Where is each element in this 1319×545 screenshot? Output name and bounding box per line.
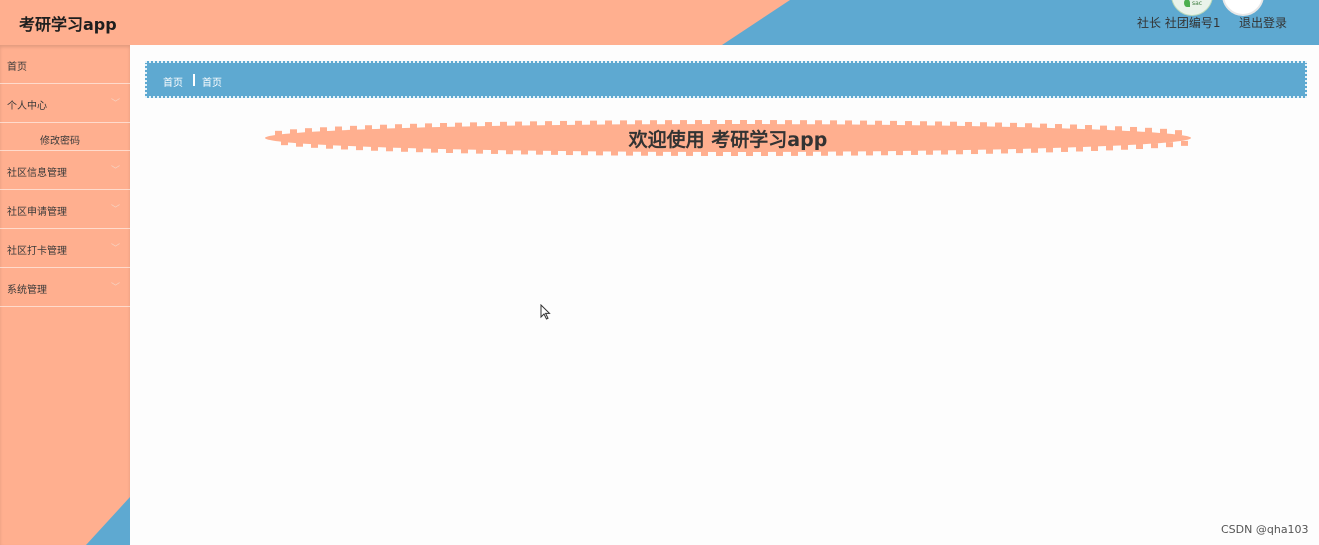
breadcrumb-item-home[interactable]: 首页 xyxy=(163,74,183,89)
sidebar-item-personal-center[interactable]: 个人中心 ﹀ xyxy=(0,84,130,123)
sidebar-item-label: 社区信息管理 xyxy=(7,168,67,179)
breadcrumb-separator xyxy=(193,74,195,86)
sidebar-item-label: 个人中心 xyxy=(7,101,47,112)
sidebar-corner-decoration xyxy=(86,497,130,545)
sidebar-subitem-label: 修改密码 xyxy=(40,135,80,147)
breadcrumb: 首页 首页 xyxy=(145,61,1307,98)
leaf-icon xyxy=(1184,0,1190,7)
welcome-text: 欢迎使用 考研学习app xyxy=(628,129,828,151)
welcome-banner: 欢迎使用 考研学习app xyxy=(263,118,1193,158)
app-title: 考研学习app xyxy=(19,15,117,34)
watermark: CSDN @qha103 xyxy=(1221,523,1309,536)
top-header: 考研学习app sac 社长 社团编号1 退出登录 xyxy=(0,0,1319,45)
sidebar-subitem-change-password[interactable]: 修改密码 xyxy=(0,123,130,151)
avatar-caption: sac xyxy=(1192,0,1203,7)
chevron-down-icon: ﹀ xyxy=(110,244,120,254)
chevron-down-icon: ﹀ xyxy=(110,283,120,293)
sidebar-item-community-info[interactable]: 社区信息管理 ﹀ xyxy=(0,151,130,190)
sidebar-item-community-application[interactable]: 社区申请管理 ﹀ xyxy=(0,190,130,229)
sidebar: 首页 个人中心 ﹀ 修改密码 社区信息管理 ﹀ 社区申请管理 ﹀ 社区打卡管理 … xyxy=(0,45,130,545)
sidebar-item-system[interactable]: 系统管理 ﹀ xyxy=(0,268,130,307)
chevron-down-icon: ﹀ xyxy=(110,205,120,215)
sidebar-item-label: 首页 xyxy=(7,62,27,73)
sidebar-item-home[interactable]: 首页 xyxy=(0,45,130,84)
header-orange-panel xyxy=(0,0,790,45)
breadcrumb-item-current: 首页 xyxy=(202,78,222,89)
chevron-down-icon: ﹀ xyxy=(110,166,120,176)
user-info: 社长 社团编号1 xyxy=(1137,16,1221,30)
sidebar-item-label: 社区打卡管理 xyxy=(7,246,67,257)
logout-button[interactable]: 退出登录 xyxy=(1239,14,1287,31)
mouse-cursor-icon xyxy=(540,304,551,320)
sidebar-item-label: 系统管理 xyxy=(7,285,47,296)
chevron-down-icon: ﹀ xyxy=(110,99,120,109)
sidebar-item-label: 社区申请管理 xyxy=(7,207,67,218)
sidebar-item-community-checkin[interactable]: 社区打卡管理 ﹀ xyxy=(0,229,130,268)
